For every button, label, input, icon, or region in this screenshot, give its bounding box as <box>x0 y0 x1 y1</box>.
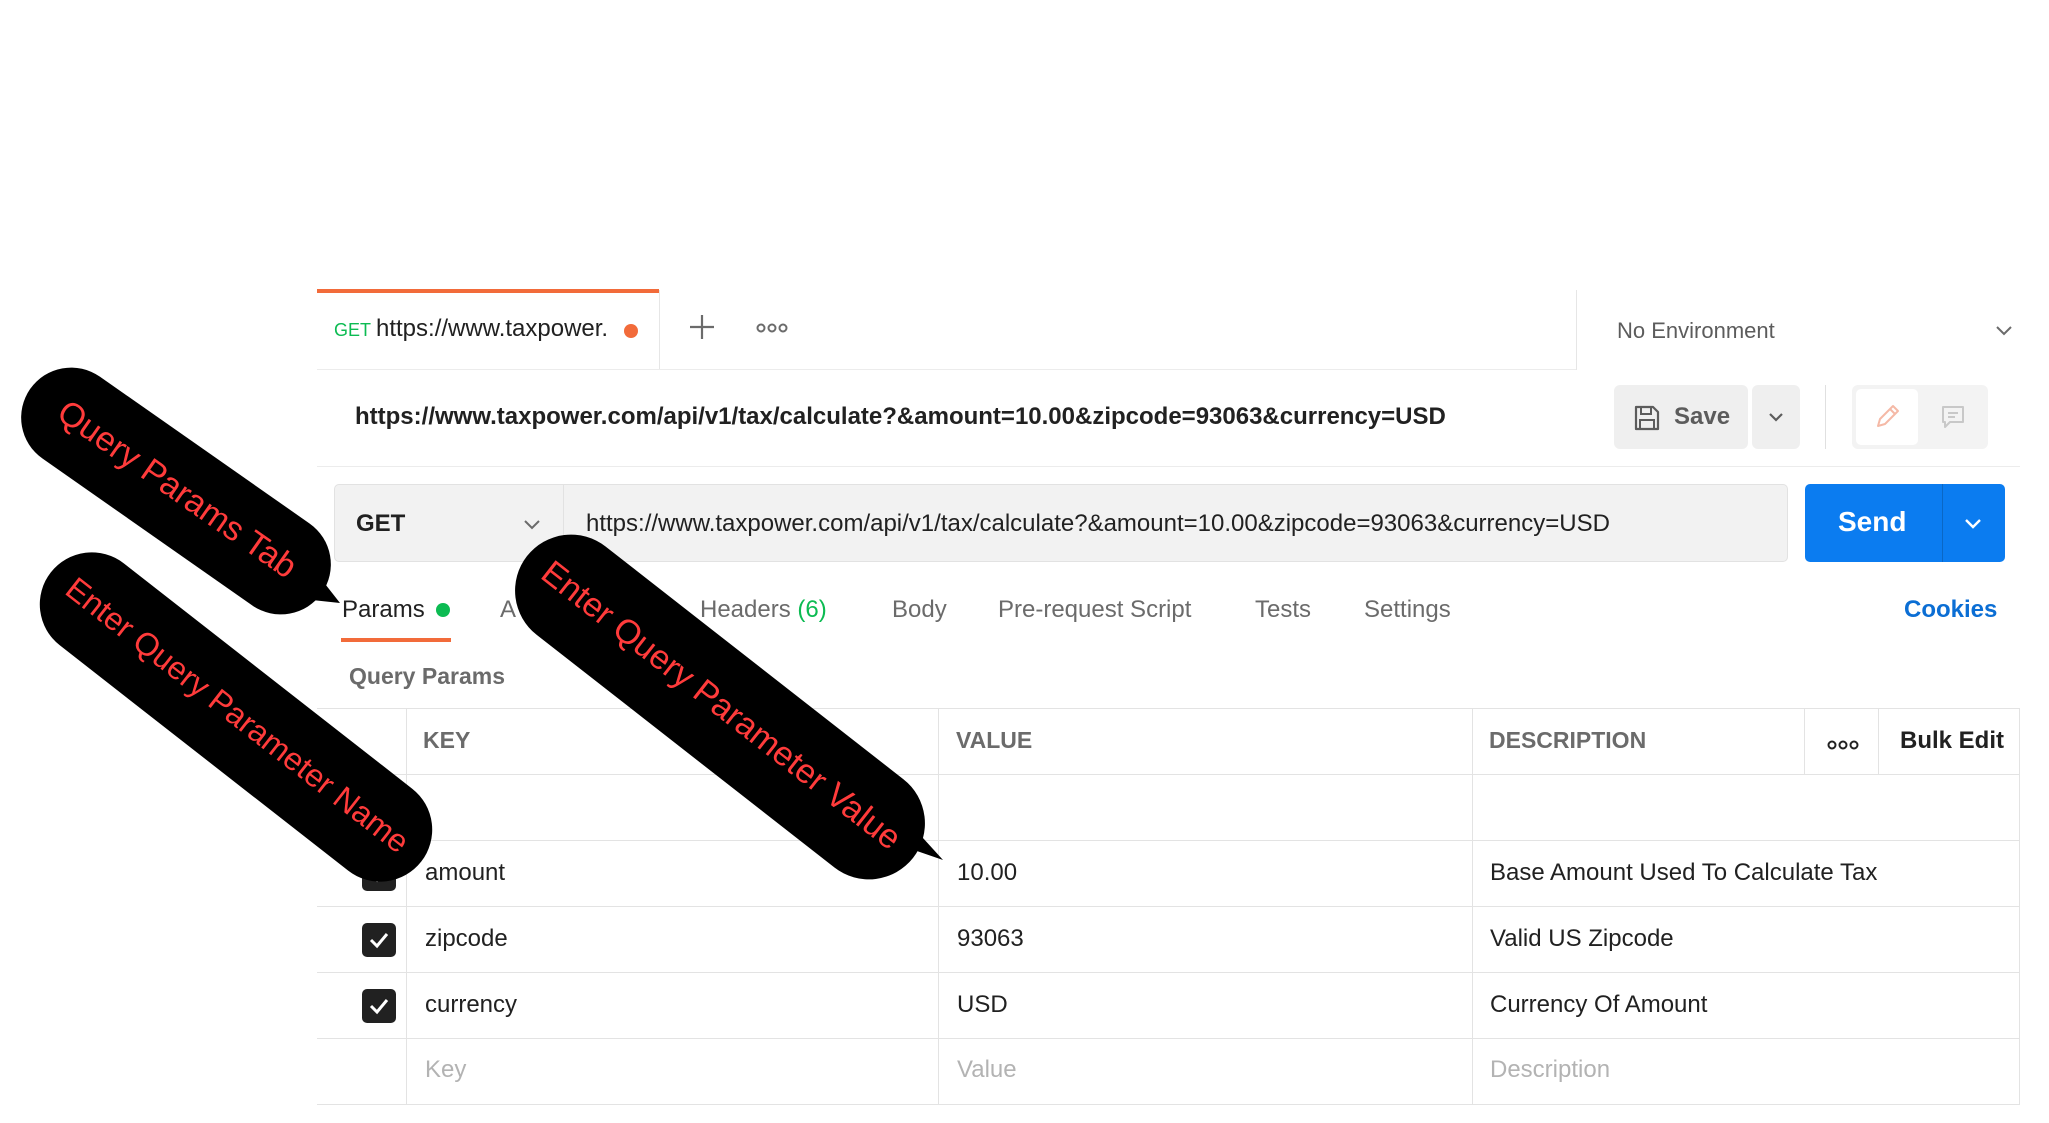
chevron-down-icon[interactable] <box>1961 512 1985 534</box>
column-divider <box>1804 708 1805 774</box>
column-header-description: DESCRIPTION <box>1489 727 1647 753</box>
table-border <box>317 840 2020 841</box>
new-key-input[interactable]: Key <box>425 1056 466 1084</box>
param-key[interactable]: currency <box>425 991 517 1019</box>
tab-authorization-start: A <box>500 596 517 623</box>
pencil-icon <box>1877 405 1899 427</box>
http-method-value: GET <box>356 510 406 537</box>
tab-pre-request-script[interactable]: Pre-request Script <box>998 596 1191 624</box>
headers-count-badge: (6) <box>797 596 827 623</box>
checkmark-icon <box>369 999 389 1015</box>
param-value[interactable]: 93063 <box>957 925 1024 953</box>
checkmark-icon <box>369 933 389 949</box>
bulk-edit-button[interactable]: Bulk Edit <box>1900 727 2004 755</box>
column-header-value: VALUE <box>956 727 1033 753</box>
send-button[interactable]: Send <box>1805 484 2005 562</box>
param-key[interactable]: amount <box>425 859 505 887</box>
checkmark-icon <box>369 867 389 883</box>
tabbar-divider <box>317 369 1576 370</box>
param-value[interactable]: 10.00 <box>957 859 1017 887</box>
new-value-input[interactable]: Value <box>957 1056 1017 1084</box>
save-options-button[interactable] <box>1752 385 1800 449</box>
tab-divider <box>659 290 660 370</box>
param-description[interactable]: Currency Of Amount <box>1490 991 1707 1019</box>
param-description[interactable]: Base Amount Used To Calculate Tax <box>1490 859 1877 887</box>
annotation-params-tab-text: Query Params Tab <box>50 393 303 586</box>
table-border <box>317 972 2020 973</box>
tab-tests[interactable]: Tests <box>1255 596 1311 624</box>
request-url-value: https://www.taxpower.com/api/v1/tax/calc… <box>586 510 1610 537</box>
floppy-disk-icon <box>1634 405 1660 431</box>
toolbar-divider <box>1825 385 1826 449</box>
param-description[interactable]: Valid US Zipcode <box>1490 925 1674 953</box>
annotation-params-tab: Query Params Tab <box>21 367 340 615</box>
title-row-divider <box>317 466 2020 467</box>
tab-authorization-end: n <box>634 596 648 623</box>
request-url-input[interactable]: https://www.taxpower.com/api/v1/tax/calc… <box>564 484 1788 562</box>
comment-icon <box>1942 406 1964 428</box>
column-divider <box>1472 708 1473 1104</box>
tab-headers-label: Headers <box>700 596 791 623</box>
send-divider <box>1942 484 1943 562</box>
chevron-down-icon <box>1996 326 2012 336</box>
save-label: Save <box>1674 403 1731 430</box>
row-checkbox[interactable] <box>362 989 396 1023</box>
table-border <box>317 1038 2020 1039</box>
tab-headers[interactable]: Headers (6) <box>700 596 827 624</box>
param-key[interactable]: zipcode <box>425 925 508 953</box>
table-border <box>317 708 2020 709</box>
param-value[interactable]: USD <box>957 991 1008 1019</box>
cookies-link[interactable]: Cookies <box>1904 596 1997 624</box>
tab-body[interactable]: Body <box>892 596 947 624</box>
comment-button[interactable] <box>1922 389 1984 445</box>
more-horizontal-icon[interactable] <box>1827 735 1859 755</box>
send-label: Send <box>1838 506 1907 537</box>
column-divider <box>938 708 939 1104</box>
query-params-table: KEY VALUE DESCRIPTION Bulk Edit amount 1… <box>317 708 2020 1108</box>
edit-button[interactable] <box>1856 389 1918 445</box>
query-params-heading: Query Params <box>349 663 505 689</box>
environment-divider <box>1576 290 1577 370</box>
unsaved-changes-dot <box>624 324 638 338</box>
tab-params[interactable]: Params <box>342 596 425 624</box>
table-row[interactable] <box>407 775 937 839</box>
table-border <box>317 1104 2020 1105</box>
environment-selector[interactable]: No Environment <box>1617 305 2017 355</box>
column-header-key: KEY <box>423 727 471 753</box>
column-divider <box>1878 708 1879 774</box>
chevron-down-icon <box>1769 413 1783 422</box>
table-border <box>317 906 2020 907</box>
column-divider <box>406 708 407 1104</box>
http-method-select[interactable]: GET <box>334 484 564 562</box>
tab-method-badge: GET <box>334 320 372 340</box>
table-border <box>2019 708 2020 1104</box>
row-checkbox[interactable] <box>362 857 396 891</box>
plus-icon[interactable] <box>685 310 719 344</box>
tab-settings[interactable]: Settings <box>1364 596 1451 624</box>
request-title[interactable]: https://www.taxpower.com/api/v1/tax/calc… <box>355 403 1446 431</box>
tab-title[interactable]: https://www.taxpower. <box>376 315 608 343</box>
save-button[interactable]: Save <box>1614 385 1748 449</box>
active-tab-underline <box>341 638 451 642</box>
params-active-dot <box>436 603 450 617</box>
chevron-down-icon <box>524 520 540 530</box>
environment-label: No Environment <box>1617 318 1775 343</box>
row-checkbox[interactable] <box>362 923 396 957</box>
documentation-toggle-group <box>1852 385 1988 449</box>
new-description-input[interactable]: Description <box>1490 1056 1610 1084</box>
tab-authorization[interactable]: An <box>500 596 647 624</box>
more-horizontal-icon[interactable] <box>756 318 788 338</box>
